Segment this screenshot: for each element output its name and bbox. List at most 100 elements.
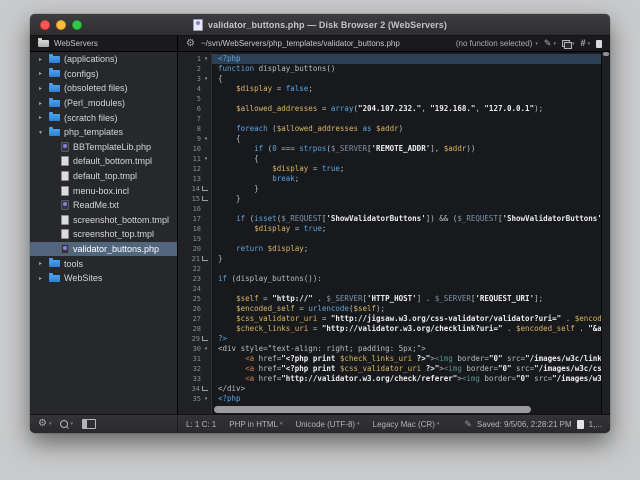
title-bar[interactable]: validator_buttons.php — Disk Browser 2 (…	[30, 14, 610, 36]
code-line-31[interactable]: <a href="<?php print $check_links_uri ?>…	[212, 354, 601, 364]
code-line-29[interactable]: ?>	[212, 334, 601, 344]
code-line-27[interactable]: $css_validator_uri = "http://jigsaw.w3.o…	[212, 314, 601, 324]
code-line-2[interactable]: function display_buttons()	[212, 64, 601, 74]
fold-start-icon[interactable]: ▾	[201, 137, 211, 142]
fold-start-icon[interactable]: ▾	[201, 397, 211, 402]
encoding-popup[interactable]: Unicode (UTF-8)▾	[296, 420, 360, 429]
zoom-button[interactable]	[72, 20, 82, 30]
search-menu[interactable]: ▾	[60, 420, 73, 428]
code-line-16[interactable]	[212, 204, 601, 214]
line-number-6[interactable]: 6	[178, 104, 211, 114]
action-menu[interactable]: ⚙▾	[38, 419, 51, 429]
code-line-14[interactable]: }	[212, 184, 601, 194]
line-number-24[interactable]: 24	[178, 284, 211, 294]
fold-start-icon[interactable]: ▾	[201, 77, 211, 82]
sidebar-item-php-templates[interactable]: ▾php_templates	[30, 125, 177, 140]
code-line-32[interactable]: <a href="<?php print $css_validator_uri …	[212, 364, 601, 374]
code-line-18[interactable]: $display = true;	[212, 224, 601, 234]
code-line-26[interactable]: $encoded_self = urlencode($self);	[212, 304, 601, 314]
line-number-20[interactable]: 20	[178, 244, 211, 254]
sidebar-item-obsoleted-files[interactable]: ▸(obsoleted files)	[30, 81, 177, 96]
counterparts-menu[interactable]: #▾	[580, 39, 590, 48]
file-tree[interactable]: ▸(applications)▸(configs)▸(obsoleted fil…	[30, 52, 178, 415]
line-number-33[interactable]: 33	[178, 374, 211, 384]
line-number-3[interactable]: 3▾	[178, 74, 211, 84]
horizontal-scrollbar[interactable]	[214, 406, 600, 413]
disclosure-closed-icon[interactable]: ▸	[36, 85, 45, 92]
sidebar-item-scratch-files[interactable]: ▸(scratch files)	[30, 110, 177, 125]
code-line-34[interactable]: </div>	[212, 384, 601, 394]
code-line-6[interactable]: $allowed_addresses = array("204.107.232.…	[212, 104, 601, 114]
line-number-21[interactable]: 21	[178, 254, 211, 264]
fold-start-icon[interactable]: ▾	[201, 157, 211, 162]
new-document-button[interactable]	[596, 40, 602, 48]
code-line-1[interactable]: <?php	[212, 54, 601, 64]
line-number-15[interactable]: 15	[178, 194, 211, 204]
code-line-20[interactable]: return $display;	[212, 244, 601, 254]
sidebar-item-screenshot-bottom-tmpl[interactable]: screenshot_bottom.tmpl	[30, 213, 177, 228]
documents-menu[interactable]: ▾	[562, 40, 575, 47]
line-number-32[interactable]: 32	[178, 364, 211, 374]
code-line-25[interactable]: $self = "http://" . $_SERVER['HTTP_HOST'…	[212, 294, 601, 304]
line-number-14[interactable]: 14	[178, 184, 211, 194]
line-number-13[interactable]: 13	[178, 174, 211, 184]
code-line-4[interactable]: $display = false;	[212, 84, 601, 94]
line-number-10[interactable]: 10	[178, 144, 211, 154]
line-number-8[interactable]: 8	[178, 124, 211, 134]
disclosure-closed-icon[interactable]: ▸	[36, 114, 45, 121]
disclosure-closed-icon[interactable]: ▸	[36, 100, 45, 107]
code-line-13[interactable]: break;	[212, 174, 601, 184]
line-number-34[interactable]: 34	[178, 384, 211, 394]
line-number-27[interactable]: 27	[178, 314, 211, 324]
disclosure-closed-icon[interactable]: ▸	[36, 275, 45, 282]
line-number-17[interactable]: 17	[178, 214, 211, 224]
code-line-28[interactable]: $check_links_uri = "http://validator.w3.…	[212, 324, 601, 334]
line-number-7[interactable]: 7	[178, 114, 211, 124]
line-number-4[interactable]: 4	[178, 84, 211, 94]
code-line-24[interactable]	[212, 284, 601, 294]
code-line-7[interactable]	[212, 114, 601, 124]
sidebar-item-configs[interactable]: ▸(configs)	[30, 67, 177, 82]
code-line-21[interactable]: }	[212, 254, 601, 264]
gear-icon[interactable]: ⚙	[186, 39, 195, 49]
code-line-10[interactable]: if (0 === strpos($_SERVER['REMOTE_ADDR']…	[212, 144, 601, 154]
code-line-22[interactable]	[212, 264, 601, 274]
line-ending-popup[interactable]: Legacy Mac (CR)▾	[373, 420, 440, 429]
line-number-25[interactable]: 25	[178, 294, 211, 304]
sidebar-item-validator-buttons-php[interactable]: validator_buttons.php	[30, 242, 177, 257]
disclosure-closed-icon[interactable]: ▸	[36, 56, 45, 63]
code-line-19[interactable]	[212, 234, 601, 244]
line-number-30[interactable]: 30▾	[178, 344, 211, 354]
code-line-8[interactable]: foreach ($allowed_addresses as $addr)	[212, 124, 601, 134]
line-number-2[interactable]: 2	[178, 64, 211, 74]
line-number-26[interactable]: 26	[178, 304, 211, 314]
line-number-31[interactable]: 31	[178, 354, 211, 364]
line-number-29[interactable]: 29	[178, 334, 211, 344]
line-number-19[interactable]: 19	[178, 234, 211, 244]
code-line-9[interactable]: {	[212, 134, 601, 144]
disclosure-open-icon[interactable]: ▾	[36, 129, 45, 136]
line-number-9[interactable]: 9▾	[178, 134, 211, 144]
line-number-22[interactable]: 22	[178, 264, 211, 274]
line-number-16[interactable]: 16	[178, 204, 211, 214]
sidebar-toggle-button[interactable]	[82, 419, 96, 429]
line-number-18[interactable]: 18	[178, 224, 211, 234]
sidebar-item-tools[interactable]: ▸tools	[30, 256, 177, 271]
sidebar-item-applications[interactable]: ▸(applications)	[30, 52, 177, 67]
code-line-23[interactable]: if (display_buttons()):	[212, 274, 601, 284]
code-line-33[interactable]: <a href="http://validator.w3.org/check/r…	[212, 374, 601, 384]
code-line-15[interactable]: }	[212, 194, 601, 204]
disclosure-closed-icon[interactable]: ▸	[36, 70, 45, 77]
sidebar-item-websites[interactable]: ▸WebSites	[30, 271, 177, 286]
code-line-5[interactable]	[212, 94, 601, 104]
disclosure-closed-icon[interactable]: ▸	[36, 260, 45, 267]
code-line-12[interactable]: $display = true;	[212, 164, 601, 174]
vertical-scroll-thumb[interactable]	[603, 52, 609, 56]
editable-pencil-icon[interactable]: ✎	[464, 420, 472, 429]
line-number-12[interactable]: 12	[178, 164, 211, 174]
editor[interactable]: 1▾23▾456789▾1011▾12131415161718192021222…	[178, 52, 610, 415]
sidebar-item-perl-modules[interactable]: ▸(Perl_modules)	[30, 96, 177, 111]
code-line-3[interactable]: {	[212, 74, 601, 84]
horizontal-scroll-thumb[interactable]	[214, 406, 531, 413]
markers-menu[interactable]: ✎▾	[544, 39, 556, 48]
